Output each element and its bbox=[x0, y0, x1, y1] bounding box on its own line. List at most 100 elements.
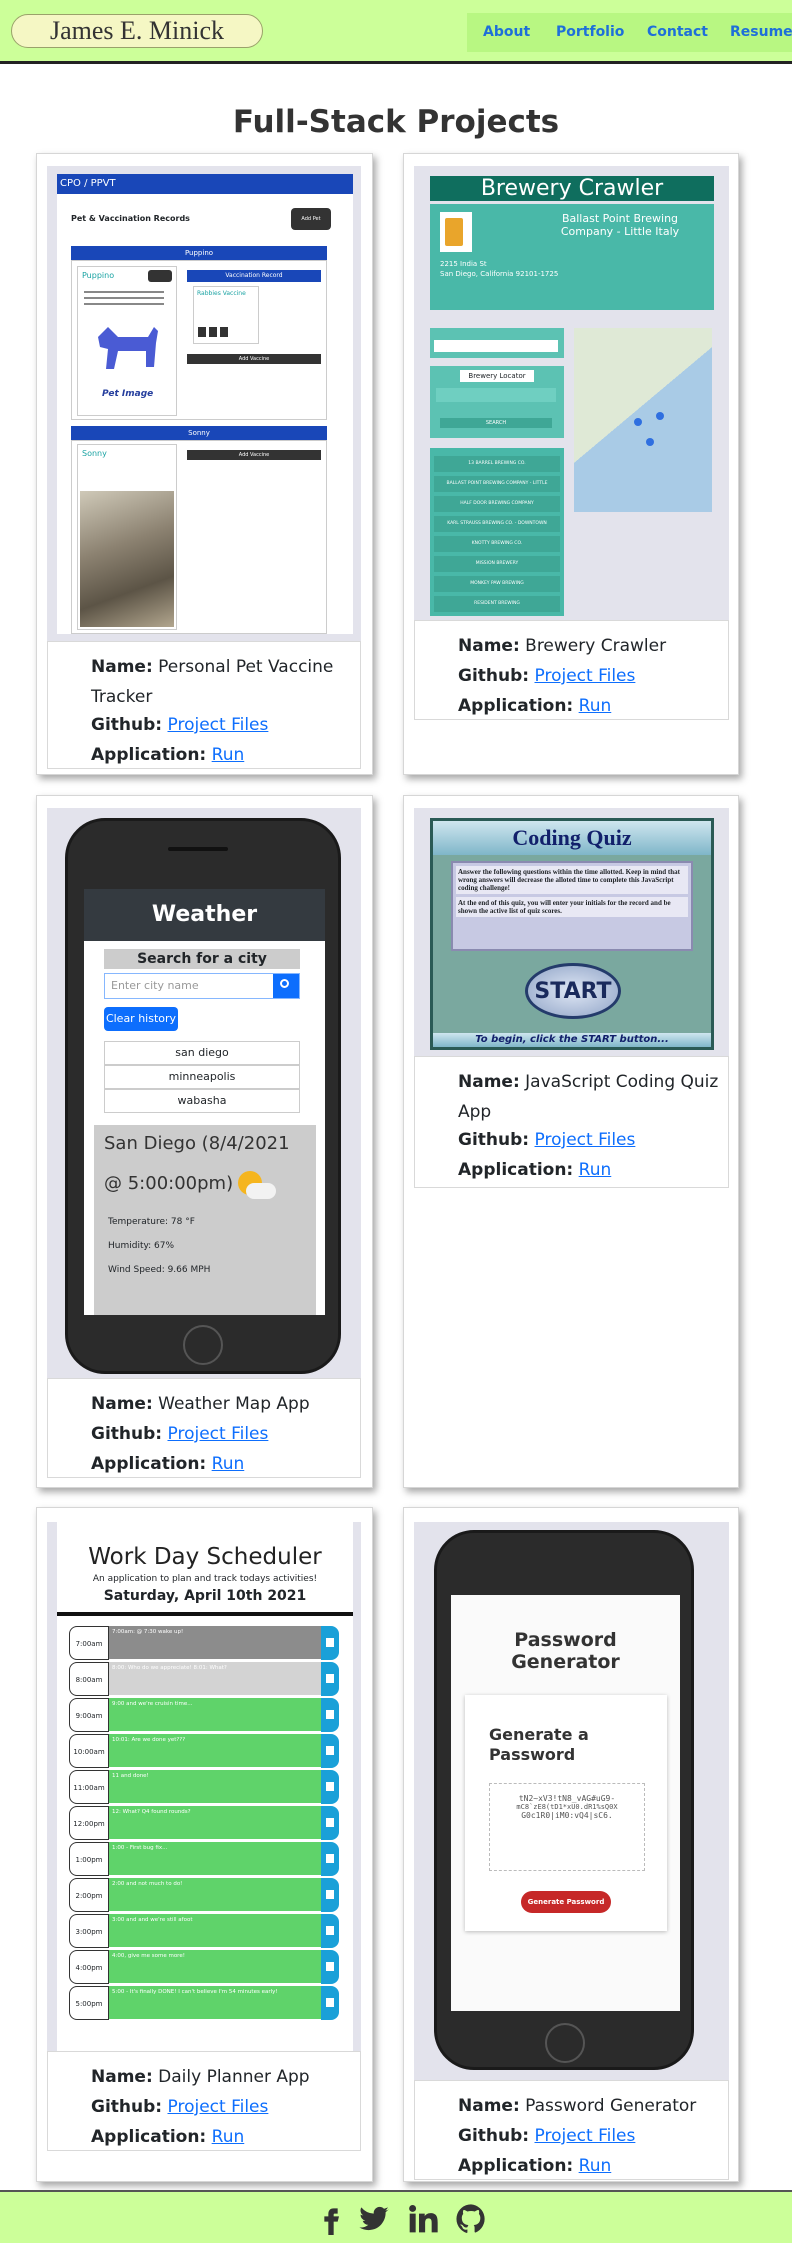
pet-image-caption: Pet Image bbox=[102, 389, 154, 399]
application-label: Application: bbox=[458, 1160, 574, 1180]
hour-label: 10:00am bbox=[69, 1734, 109, 1768]
project-info: Name: Password Generator Github: Project… bbox=[414, 2080, 729, 2180]
time-block: 9:00am 9:00 and we're cruisin time... bbox=[69, 1698, 339, 1732]
github-link[interactable]: Project Files bbox=[168, 2097, 269, 2117]
hour-label: 7:00am bbox=[69, 1626, 109, 1660]
github-link[interactable]: Project Files bbox=[168, 715, 269, 735]
project-card-weather: Weather Dashboard Search for a city Ente… bbox=[36, 795, 373, 1488]
save-icon bbox=[321, 1662, 339, 1696]
save-icon bbox=[321, 1950, 339, 1984]
nav-about[interactable]: About bbox=[483, 24, 530, 40]
twitter-icon[interactable] bbox=[357, 2203, 391, 2235]
project-screenshot[interactable]: Brewery Crawler Ballast Point Brewing Co… bbox=[414, 166, 729, 620]
name-label: Name: bbox=[91, 1394, 153, 1414]
time-block: 3:00pm 3:00 and and we're still afoot bbox=[69, 1914, 339, 1948]
project-info: Name: JavaScript Coding Quiz App Github:… bbox=[414, 1056, 729, 1188]
application-label: Application: bbox=[458, 696, 574, 716]
start-button: START bbox=[525, 963, 621, 1019]
linkedin-icon[interactable] bbox=[406, 2203, 440, 2235]
time-block: 7:00am 7:00am: @ 7:30 wake up! bbox=[69, 1626, 339, 1660]
hour-label: 3:00pm bbox=[69, 1914, 109, 1948]
save-icon bbox=[321, 1878, 339, 1912]
project-name: Weather Map App bbox=[158, 1394, 310, 1414]
site-header: James E. Minick About Portfolio Contact … bbox=[0, 0, 792, 64]
project-name: Daily Planner App bbox=[158, 2067, 310, 2087]
time-block: 5:00pm 5:00 - It's finally DONE! I can't … bbox=[69, 1986, 339, 2020]
site-footer bbox=[0, 2190, 792, 2243]
time-block: 1:00pm 1:00 - First bug fix... bbox=[69, 1842, 339, 1876]
brewery-name: Ballast Point Brewing Company - Little I… bbox=[560, 212, 680, 238]
event-text: 11 and done! bbox=[109, 1770, 321, 1804]
hour-label: 5:00pm bbox=[69, 1986, 109, 2020]
quiz-hint: To begin, click the START button... bbox=[433, 1033, 711, 1047]
brewery-list-item: KARL STRAUSS BREWING CO. - DOWNTOWN bbox=[434, 516, 560, 532]
save-icon bbox=[321, 1914, 339, 1948]
run-link[interactable]: Run bbox=[212, 2127, 245, 2147]
github-link[interactable]: Project Files bbox=[535, 666, 636, 686]
brand-name[interactable]: James E. Minick bbox=[11, 14, 263, 48]
run-link[interactable]: Run bbox=[212, 745, 245, 765]
brewery-list-item: 13 BARREL BREWING CO. bbox=[434, 456, 560, 472]
run-link[interactable]: Run bbox=[212, 1454, 245, 1474]
save-icon bbox=[321, 1626, 339, 1660]
city-history-item: wabasha bbox=[104, 1089, 300, 1113]
event-text: 9:00 and we're cruisin time... bbox=[109, 1698, 321, 1732]
event-text: 3:00 and and we're still afoot bbox=[109, 1914, 321, 1948]
github-link[interactable]: Project Files bbox=[168, 1424, 269, 1444]
brewery-title: Brewery Crawler bbox=[430, 176, 714, 201]
pet-bar-2: Sonny bbox=[71, 426, 327, 440]
run-link[interactable]: Run bbox=[579, 2156, 612, 2176]
github-label: Github: bbox=[458, 666, 530, 686]
application-label: Application: bbox=[458, 2156, 574, 2176]
hour-label: 8:00am bbox=[69, 1662, 109, 1696]
application-label: Application: bbox=[91, 2127, 207, 2147]
nav-portfolio[interactable]: Portfolio bbox=[556, 24, 624, 40]
project-screenshot[interactable]: Weather Dashboard Search for a city Ente… bbox=[47, 808, 361, 1378]
project-info: Name: Weather Map App Github: Project Fi… bbox=[47, 1378, 361, 1478]
current-city: San Diego (8/4/2021 bbox=[104, 1133, 290, 1154]
run-link[interactable]: Run bbox=[579, 1160, 612, 1180]
hour-label: 9:00am bbox=[69, 1698, 109, 1732]
password-title-2: Generator bbox=[511, 1651, 620, 1673]
project-screenshot[interactable]: CPO / PPVT Pet & Vaccination Records Add… bbox=[47, 166, 361, 641]
github-icon[interactable] bbox=[454, 2203, 488, 2235]
event-text: 10:01: Are we done yet??? bbox=[109, 1734, 321, 1768]
brewery-city: San Diego, California 92101-1725 bbox=[440, 270, 559, 278]
event-text: 2:00 and not much to do! bbox=[109, 1878, 321, 1912]
nav-resume[interactable]: Resume bbox=[730, 24, 792, 40]
brewery-list-item: RESIDENT BREWING bbox=[434, 596, 560, 612]
city-history-item: minneapolis bbox=[104, 1065, 300, 1089]
time-block: 8:00am 8:00: Who do we appreciate! 8:01: … bbox=[69, 1662, 339, 1696]
event-text: 1:00 - First bug fix... bbox=[109, 1842, 321, 1876]
time-block: 12:00pm 12: What? Q4 found rounds? bbox=[69, 1806, 339, 1840]
temperature: Temperature: 78 °F bbox=[108, 1217, 195, 1227]
hour-label: 11:00am bbox=[69, 1770, 109, 1804]
add-pet-button: Add Pet bbox=[291, 208, 331, 230]
github-link[interactable]: Project Files bbox=[535, 1130, 636, 1150]
records-heading: Pet & Vaccination Records bbox=[71, 214, 190, 223]
brewery-list-item: MONKEY PAW BREWING bbox=[434, 576, 560, 592]
project-card-scheduler: Work Day Scheduler An application to pla… bbox=[36, 1507, 373, 2182]
scheduler-title: Work Day Scheduler bbox=[88, 1544, 322, 1570]
project-screenshot[interactable]: Work Day Scheduler An application to pla… bbox=[47, 1522, 361, 2051]
password-title: Password bbox=[514, 1629, 617, 1651]
project-screenshot[interactable]: Password Generator Generate a Password t… bbox=[414, 1522, 729, 2080]
add-vaccine-button: Add Vaccine bbox=[187, 354, 321, 364]
nav-contact[interactable]: Contact bbox=[647, 24, 708, 40]
github-link[interactable]: Project Files bbox=[535, 2126, 636, 2146]
main-nav: About Portfolio Contact Resume bbox=[467, 13, 792, 52]
github-label: Github: bbox=[91, 715, 163, 735]
project-screenshot[interactable]: Coding Quiz Answer the following questio… bbox=[414, 808, 729, 1056]
event-text: 12: What? Q4 found rounds? bbox=[109, 1806, 321, 1840]
run-link[interactable]: Run bbox=[579, 696, 612, 716]
event-text: 4:00, give me some more! bbox=[109, 1950, 321, 1984]
hour-label: 2:00pm bbox=[69, 1878, 109, 1912]
brewery-address: 2215 India St bbox=[440, 260, 487, 268]
dog-icon bbox=[98, 327, 158, 369]
project-name: Brewery Crawler bbox=[525, 636, 667, 656]
project-info: Name: Daily Planner App Github: Project … bbox=[47, 2051, 361, 2151]
time-block: 4:00pm 4:00, give me some more! bbox=[69, 1950, 339, 1984]
time-block: 10:00am 10:01: Are we done yet??? bbox=[69, 1734, 339, 1768]
facebook-icon[interactable] bbox=[314, 2203, 348, 2235]
project-name: Password Generator bbox=[525, 2096, 697, 2116]
